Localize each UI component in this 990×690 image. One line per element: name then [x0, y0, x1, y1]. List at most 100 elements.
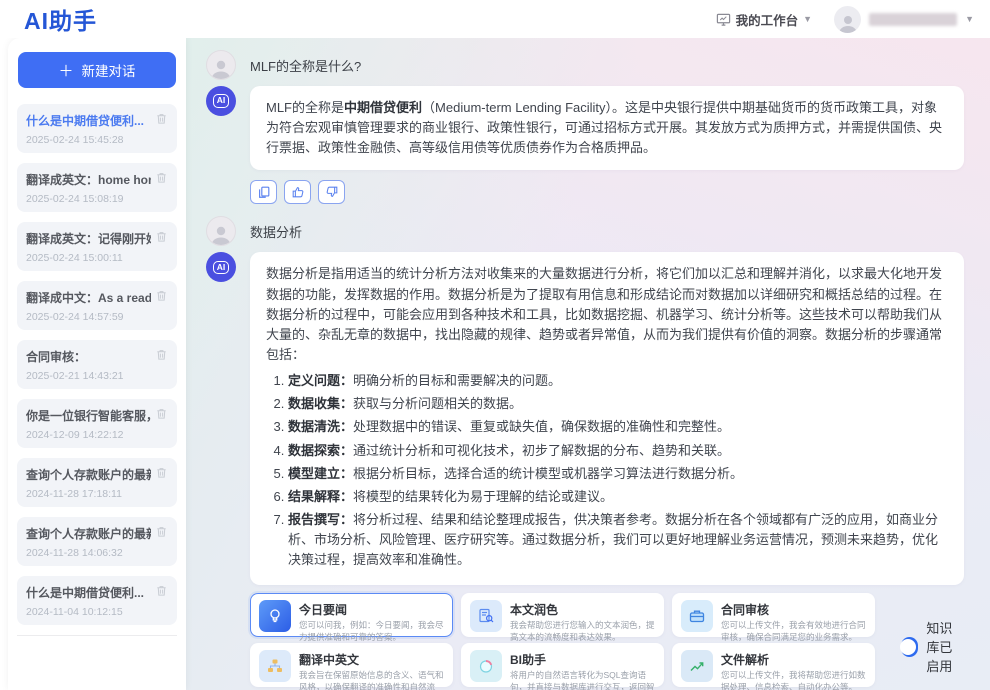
conversation-title: 翻译成中文：As a reader... — [26, 289, 151, 306]
card-translate[interactable]: 翻译中英文 我会旨在保留原始信息的含义、语气和风格，以确保翻译的准确性和自然流畅… — [250, 643, 453, 687]
ai-avatar: AI — [206, 252, 236, 282]
user-message: 数据分析 — [206, 216, 964, 246]
conversation-item[interactable]: 查询个人存款账户的最新... 2024-11-28 17:18:11 — [17, 458, 177, 507]
step-label: 数据探索： — [288, 443, 353, 458]
chevron-down-icon[interactable]: ▼ — [965, 14, 974, 24]
trash-icon[interactable] — [155, 584, 168, 597]
card-desc: 您可以上传文件，我将帮助您进行如数据处理、信息检索、自动化办公等。 — [721, 670, 866, 690]
user-message-avatar — [206, 50, 236, 80]
conversation-time: 2024-11-28 17:18:11 — [26, 488, 168, 500]
ai-message-bubble: MLF的全称是中期借贷便利（Medium-term Lending Facili… — [250, 86, 964, 170]
conversation-item[interactable]: 翻译成中文：As a reader... 2025-02-24 14:57:59 — [17, 281, 177, 330]
answer-bold: 中期借贷便利 — [344, 100, 422, 115]
knowledge-base-toggle[interactable] — [901, 637, 918, 657]
card-title: 文件解析 — [721, 651, 866, 668]
card-desc: 您可以问我，例如：今日要闻，我会尽力提供准确和可靠的答案。 — [299, 620, 444, 643]
conversation-item[interactable]: 什么是中期借贷便利... 2025-02-24 15:45:28 — [17, 104, 177, 153]
thumbs-up-button[interactable] — [284, 180, 311, 204]
user-message-text: 数据分析 — [250, 222, 302, 241]
analysis-step: 定义问题：明确分析的目标和需要解决的问题。 — [288, 371, 948, 391]
step-label: 结果解释： — [288, 489, 353, 504]
thumbs-down-icon — [325, 185, 339, 199]
user-message-text: MLF的全称是什么? — [250, 56, 361, 75]
translate-icon — [259, 650, 291, 682]
chat-area: MLF的全称是什么? AI MLF的全称是中期借贷便利（Medium-term … — [186, 38, 990, 690]
trend-chart-icon — [681, 650, 713, 682]
conversation-time: 2025-02-21 14:43:21 — [26, 370, 168, 382]
conversation-time: 2024-11-28 14:06:32 — [26, 547, 168, 559]
conversation-title: 什么是中期借贷便利... — [26, 112, 151, 129]
new-chat-label: 新建对话 — [82, 60, 136, 80]
trash-icon[interactable] — [155, 525, 168, 538]
person-icon — [209, 223, 233, 245]
step-desc: 将模型的结果转化为易于理解的结论或建议。 — [353, 489, 613, 504]
feature-cards: 今日要闻 您可以问我，例如：今日要闻，我会尽力提供准确和可靠的答案。 本文润色 … — [250, 593, 875, 687]
step-desc: 明确分析的目标和需要解决的问题。 — [353, 373, 561, 388]
analysis-step: 结果解释：将模型的结果转化为易于理解的结论或建议。 — [288, 487, 948, 507]
trash-icon[interactable] — [155, 171, 168, 184]
card-desc: 将用户的自然语言转化为SQL查询语句，并直接与数据库进行交互，返回智能推荐的图表… — [510, 670, 655, 690]
user-message-avatar — [206, 216, 236, 246]
conversation-time: 2025-02-24 15:45:28 — [26, 134, 168, 146]
person-icon — [837, 13, 859, 33]
conversation-time: 2025-02-24 15:00:11 — [26, 252, 168, 264]
ai-message: AI MLF的全称是中期借贷便利（Medium-term Lending Fac… — [206, 86, 964, 170]
pie-chart-icon — [470, 650, 502, 682]
card-text-polish[interactable]: 本文润色 我会帮助您进行您输入的文本润色，提高文本的流畅度和表达效果。 — [461, 593, 664, 637]
card-today-news[interactable]: 今日要闻 您可以问我，例如：今日要闻，我会尽力提供准确和可靠的答案。 — [250, 593, 453, 637]
step-desc: 通过统计分析和可视化技术，初步了解数据的分布、趋势和关联。 — [353, 443, 730, 458]
step-label: 模型建立： — [288, 466, 353, 481]
conversation-item[interactable]: 你是一位银行智能客服，... 2024-12-09 14:22:12 — [17, 399, 177, 448]
thumbs-up-icon — [291, 185, 305, 199]
knowledge-base-toggle-group: 知识库已启用 — [901, 618, 964, 675]
ai-message: AI 数据分析是指用适当的统计分析方法对收集来的大量数据进行分析，将它们加以汇总… — [206, 252, 964, 585]
card-title: BI助手 — [510, 651, 655, 668]
trash-icon[interactable] — [155, 348, 168, 361]
plus-icon: ＋ — [58, 60, 73, 81]
copy-button[interactable] — [250, 180, 277, 204]
card-file-parse[interactable]: 文件解析 您可以上传文件，我将帮助您进行如数据处理、信息检索、自动化办公等。 — [672, 643, 875, 687]
card-title: 今日要闻 — [299, 601, 444, 618]
ai-message-bubble: 数据分析是指用适当的统计分析方法对收集来的大量数据进行分析，将它们加以汇总和理解… — [250, 252, 964, 585]
user-name-masked[interactable] — [869, 13, 957, 26]
analysis-step: 数据探索：通过统计分析和可视化技术，初步了解数据的分布、趋势和关联。 — [288, 441, 948, 461]
trash-icon[interactable] — [155, 407, 168, 420]
card-contract-review[interactable]: 合同审核 您可以上传文件，我会有效地进行合同审核，确保合同满足您的业务需求。 — [672, 593, 875, 637]
trash-icon[interactable] — [155, 289, 168, 302]
analysis-steps: 定义问题：明确分析的目标和需要解决的问题。 数据收集：获取与分析问题相关的数据。… — [266, 371, 948, 570]
topbar-right: 我的工作台 ▼ ▼ — [716, 6, 990, 33]
conversation-title: 你是一位银行智能客服，... — [26, 407, 151, 424]
new-chat-button[interactable]: ＋ 新建对话 — [18, 52, 176, 88]
conversation-item[interactable]: 查询个人存款账户的最新... 2024-11-28 14:06:32 — [17, 517, 177, 566]
conversation-time: 2025-02-24 14:57:59 — [26, 311, 168, 323]
copy-icon — [257, 185, 271, 199]
conversation-item[interactable]: 翻译成英文：home home 2025-02-24 15:08:19 — [17, 163, 177, 212]
message-actions — [250, 180, 964, 204]
conversation-time: 2024-12-09 14:22:12 — [26, 429, 168, 441]
card-bi-assistant[interactable]: BI助手 将用户的自然语言转化为SQL查询语句，并直接与数据库进行交互，返回智能… — [461, 643, 664, 687]
step-label: 数据收集： — [288, 396, 353, 411]
conversation-title: 查询个人存款账户的最新... — [26, 525, 151, 542]
conversation-time: 2024-11-04 10:12:15 — [26, 606, 168, 618]
step-desc: 将分析过程、结果和结论整理成报告，供决策者参考。数据分析在各个领域都有广泛的应用… — [288, 512, 938, 567]
user-avatar[interactable] — [834, 6, 861, 33]
briefcase-icon — [681, 600, 713, 632]
workspace-menu[interactable]: 我的工作台 ▼ — [716, 10, 812, 29]
conversation-title: 翻译成英文：记得刚开始... — [26, 230, 151, 247]
card-desc: 我会帮助您进行您输入的文本润色，提高文本的流畅度和表达效果。 — [510, 620, 655, 643]
trash-icon[interactable] — [155, 112, 168, 125]
card-title: 翻译中英文 — [299, 651, 444, 668]
analysis-step: 模型建立：根据分析目标，选择合适的统计模型或机器学习算法进行数据分析。 — [288, 464, 948, 484]
app-logo: AI助手 — [24, 2, 97, 36]
conversation-item[interactable]: 什么是中期借贷便利... 2024-11-04 10:12:15 — [17, 576, 177, 625]
ai-avatar: AI — [206, 86, 236, 116]
conversation-item[interactable]: 合同审核： 2025-02-21 14:43:21 — [17, 340, 177, 389]
conversation-item[interactable]: 翻译成英文：记得刚开始... 2025-02-24 15:00:11 — [17, 222, 177, 271]
workspace-label: 我的工作台 — [736, 10, 799, 29]
analysis-step: 数据清洗：处理数据中的错误、重复或缺失值，确保数据的准确性和完整性。 — [288, 417, 948, 437]
trash-icon[interactable] — [155, 230, 168, 243]
chevron-down-icon: ▼ — [803, 14, 812, 24]
app-window: AI助手 我的工作台 ▼ ▼ ＋ 新建对话 什么是中期借贷便利... 2025-… — [0, 0, 990, 690]
trash-icon[interactable] — [155, 466, 168, 479]
thumbs-down-button[interactable] — [318, 180, 345, 204]
